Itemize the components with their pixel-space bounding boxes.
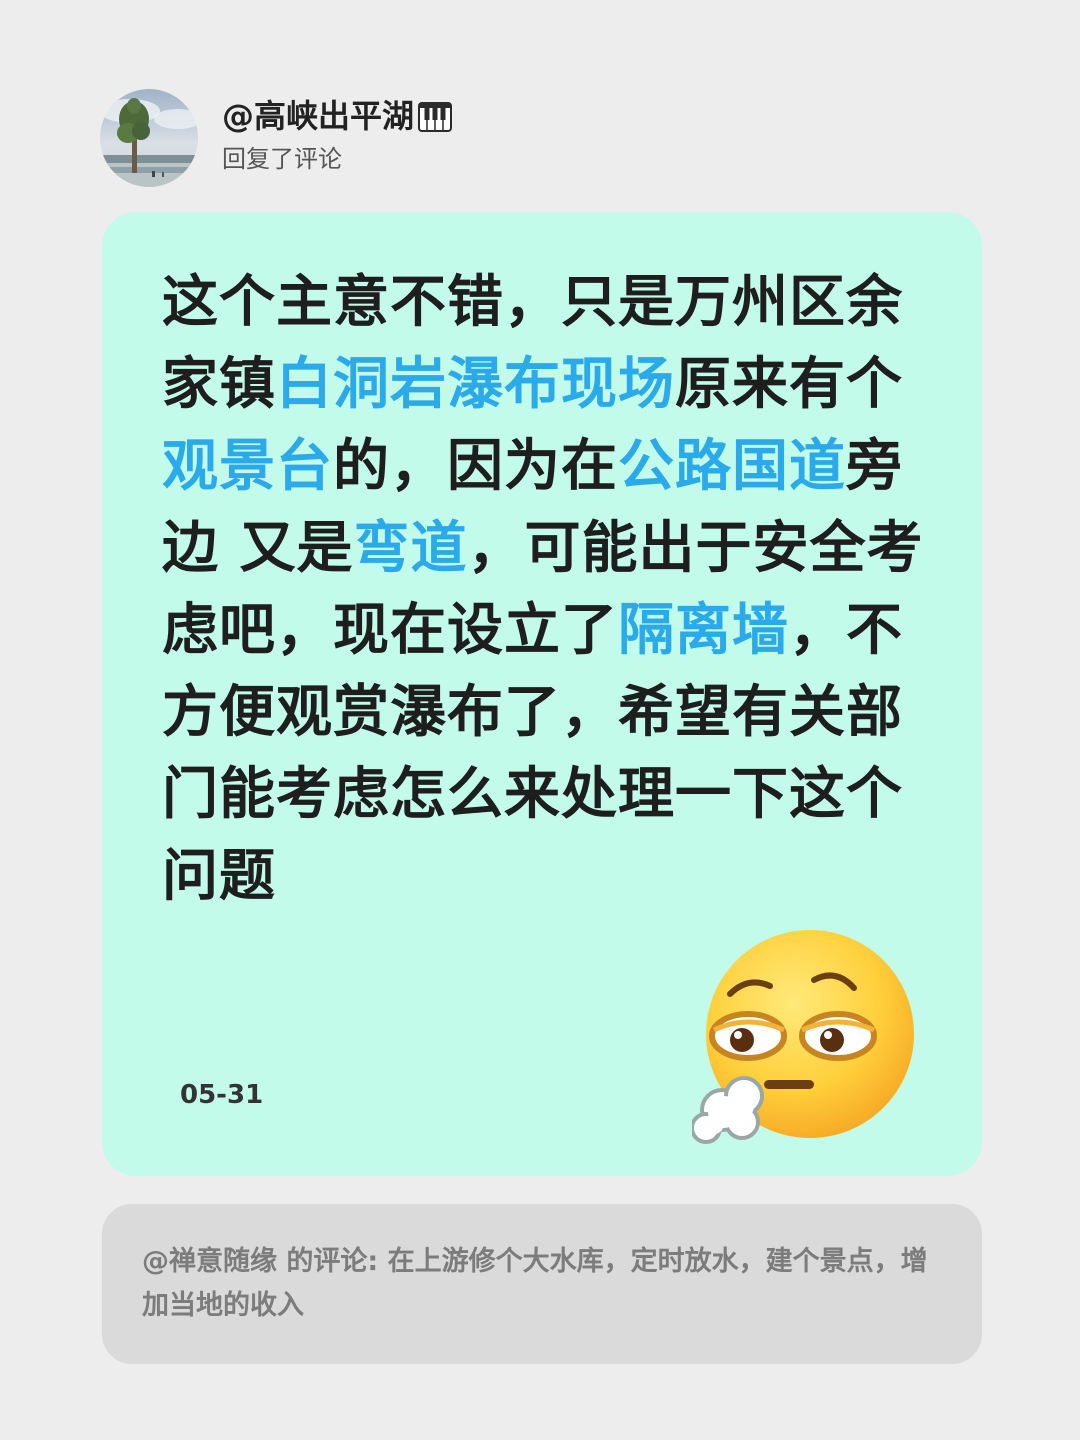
- reply-action-text: 回复了评论: [222, 145, 342, 173]
- reply-highlight: 公路国道: [618, 434, 846, 499]
- reply-date: 05-31: [180, 1080, 264, 1110]
- reply-card: 这个主意不错，只是万州区余家镇白洞岩瀑布现场原来有个观景台的，因为在公路国道旁边…: [102, 212, 982, 1176]
- reply-text: 这个主意不错，只是万州区余家镇白洞岩瀑布现场原来有个观景台的，因为在公路国道旁边…: [162, 262, 932, 918]
- user-meta: @高峡出平湖 回复了评论: [222, 96, 453, 174]
- quoted-comment-card[interactable]: @禅意随缘 的评论: 在上游修个大水库，定时放水，建个景点，增加当地的收入: [102, 1204, 982, 1364]
- reply-highlight: 白洞岩瀑布现场: [276, 352, 675, 417]
- piano-icon: [418, 101, 453, 132]
- avatar[interactable]: [100, 89, 198, 187]
- reply-segment: 的，因为在: [333, 434, 618, 499]
- reply-highlight: 弯道: [353, 516, 468, 581]
- user-header: @高峡出平湖 回复了评论: [100, 88, 453, 188]
- reply-highlight: 观景台: [162, 434, 333, 499]
- quoted-comment-text: @禅意随缘 的评论: 在上游修个大水库，定时放水，建个景点，增加当地的收入: [142, 1246, 928, 1321]
- reply-segment: 原来有个: [675, 352, 903, 417]
- face-exhaling-icon: [690, 928, 914, 1150]
- username[interactable]: @高峡出平湖: [222, 96, 453, 136]
- reply-highlight: 隔离墙: [618, 598, 789, 663]
- username-text: @高峡出平湖: [222, 97, 415, 135]
